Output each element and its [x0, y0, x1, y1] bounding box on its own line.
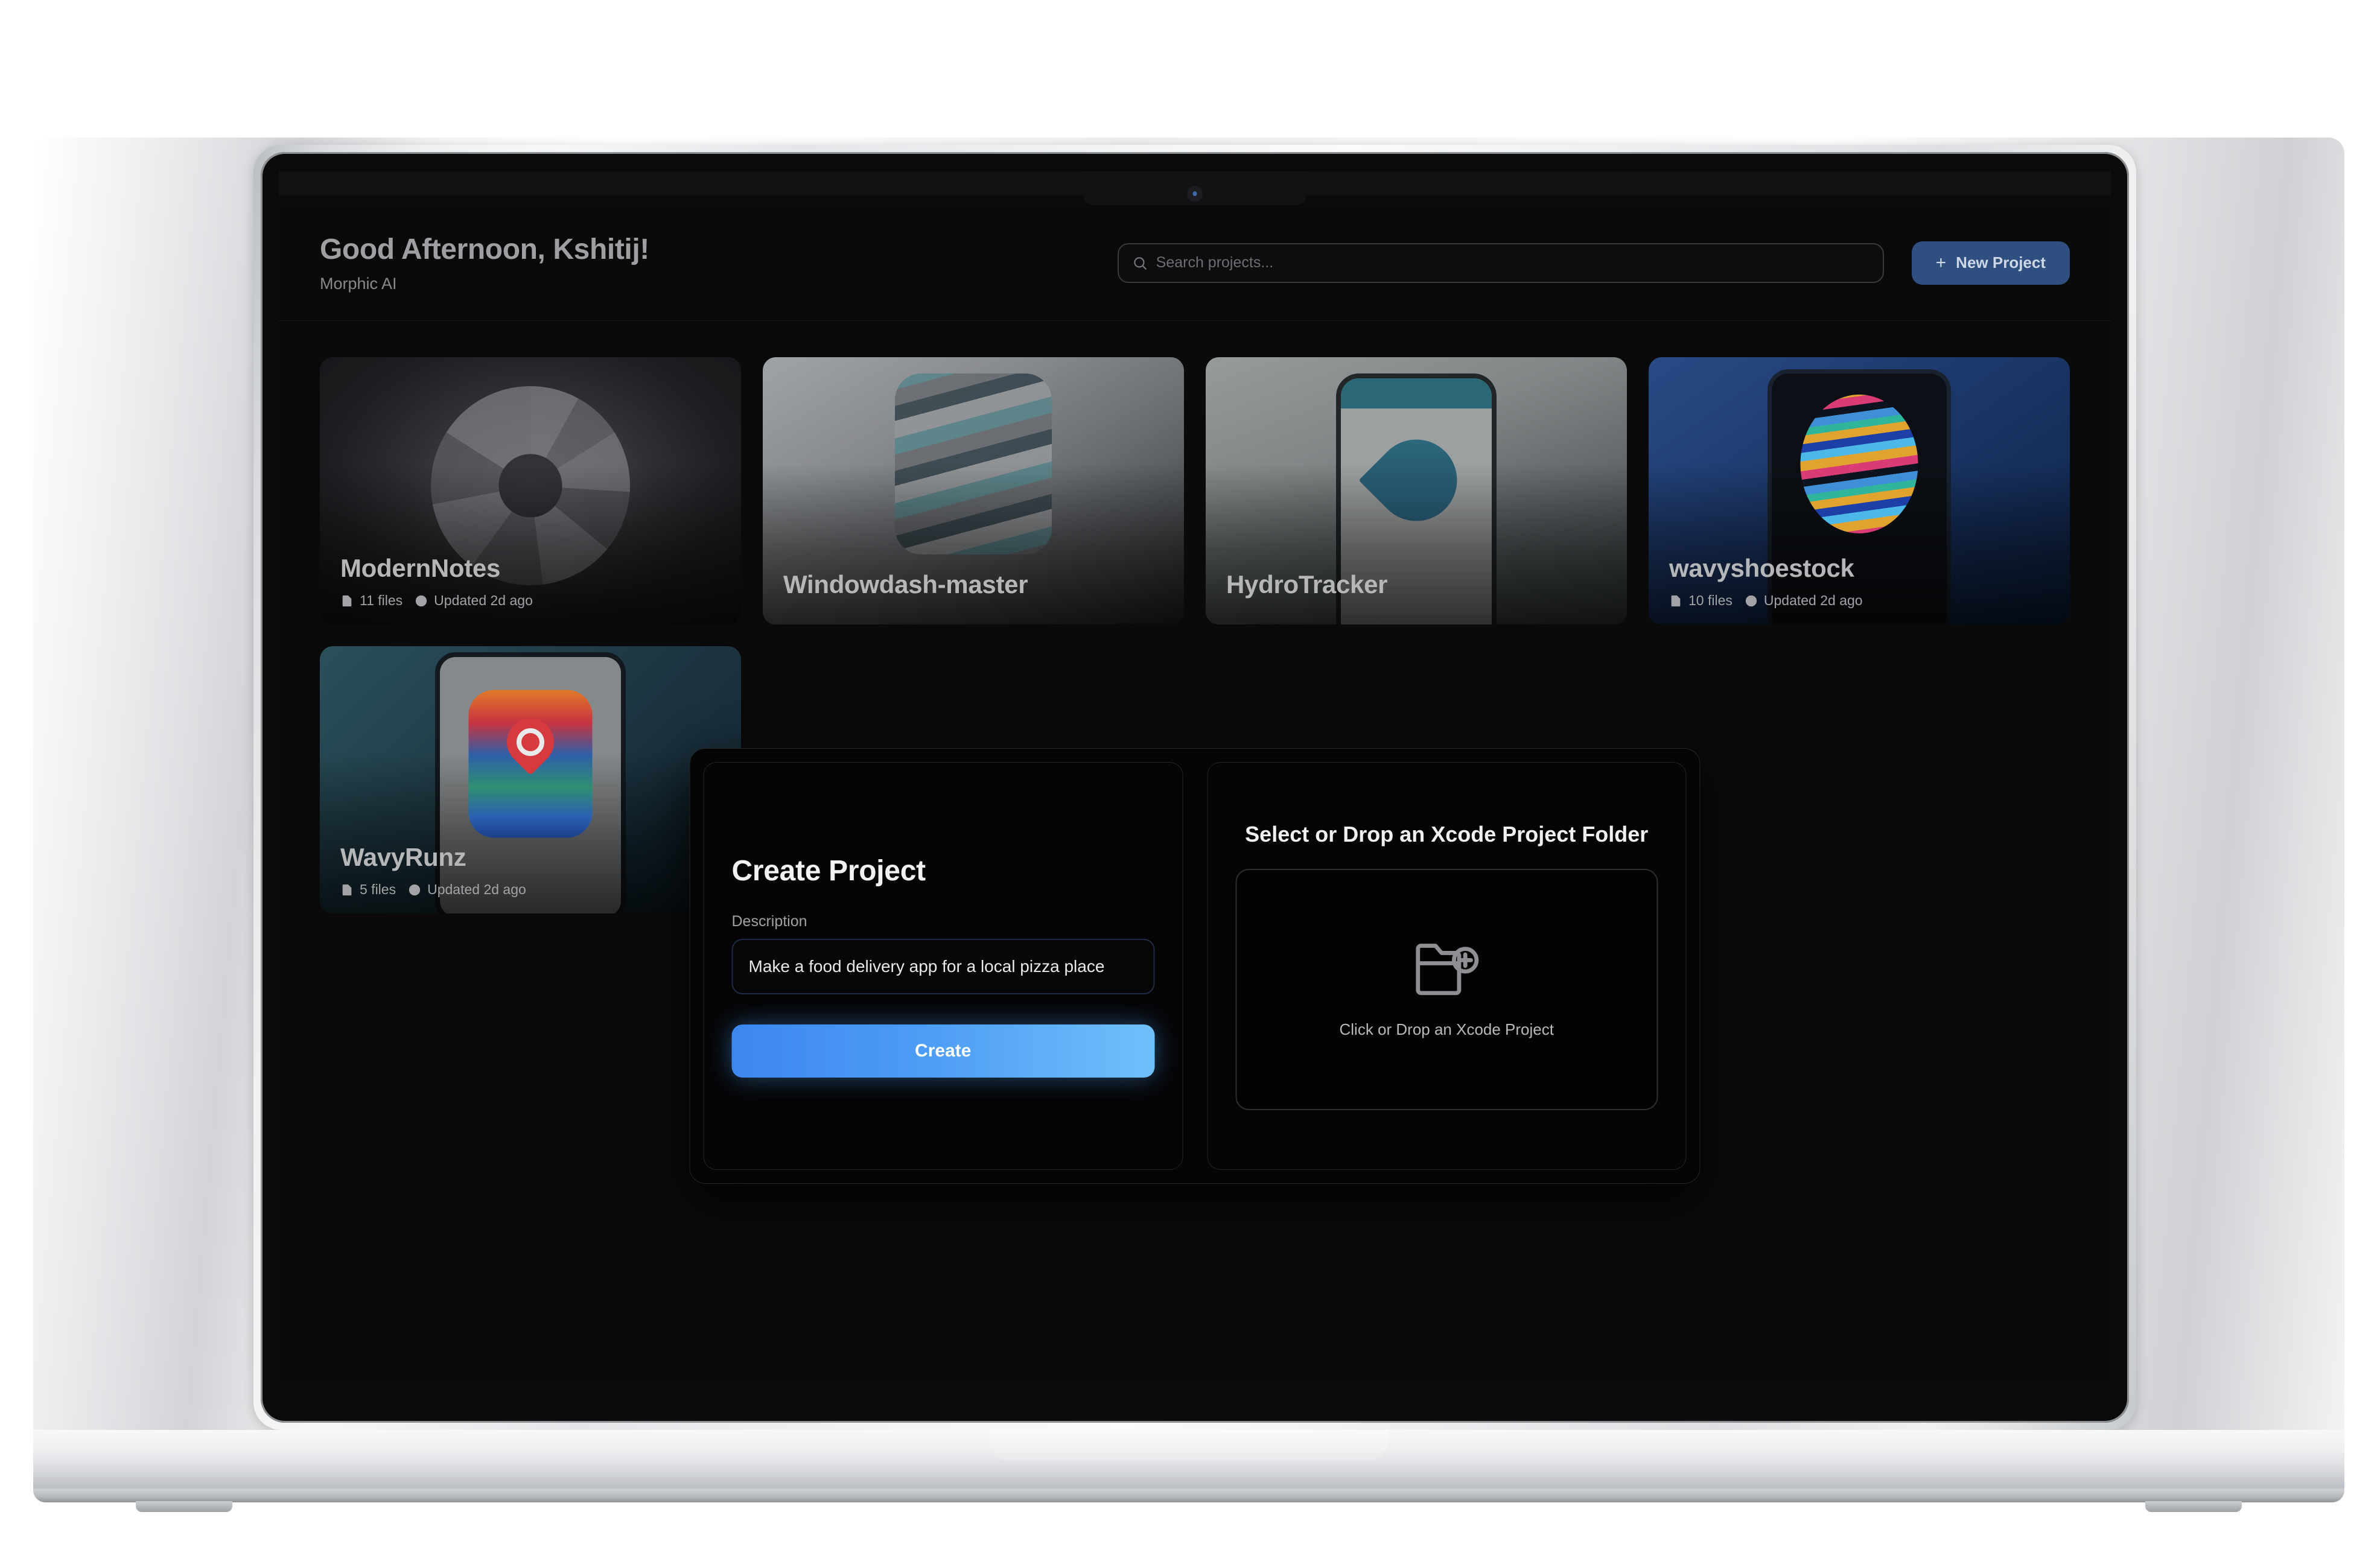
dropzone-title: Select or Drop an Xcode Project Folder: [1245, 822, 1649, 847]
create-project-panel: Create Project Description Create: [703, 762, 1183, 1170]
app-window: Good Afternoon, Kshitij! Morphic AI + Ne…: [279, 205, 2111, 1380]
laptop-foot-right: [2145, 1501, 2242, 1512]
laptop-screen: Good Afternoon, Kshitij! Morphic AI + Ne…: [279, 171, 2111, 1380]
xcode-import-panel: Select or Drop an Xcode Project Folder C…: [1207, 762, 1687, 1170]
base-front-edge: [33, 1489, 2344, 1502]
create-project-modal: Create Project Description Create Select…: [689, 748, 1701, 1184]
dropzone-hint: Click or Drop an Xcode Project: [1339, 1020, 1554, 1038]
screenshot-stage: Good Afternoon, Kshitij! Morphic AI + Ne…: [0, 0, 2380, 1547]
xcode-dropzone[interactable]: Click or Drop an Xcode Project: [1235, 869, 1658, 1110]
base-thumb-notch: [990, 1430, 1388, 1460]
webcam-icon: [1187, 186, 1203, 202]
macbook-notch: [1083, 171, 1306, 205]
laptop-foot-left: [136, 1501, 232, 1512]
wave-chart-graphic: [1800, 395, 1918, 534]
laptop-base: [33, 1430, 2344, 1512]
modal-title: Create Project: [731, 855, 926, 887]
screen-top-bezel: [279, 171, 2111, 205]
folder-plus-icon: [1416, 943, 1479, 995]
description-label: Description: [731, 913, 807, 930]
description-input[interactable]: [731, 939, 1154, 994]
create-button[interactable]: Create: [731, 1024, 1154, 1078]
